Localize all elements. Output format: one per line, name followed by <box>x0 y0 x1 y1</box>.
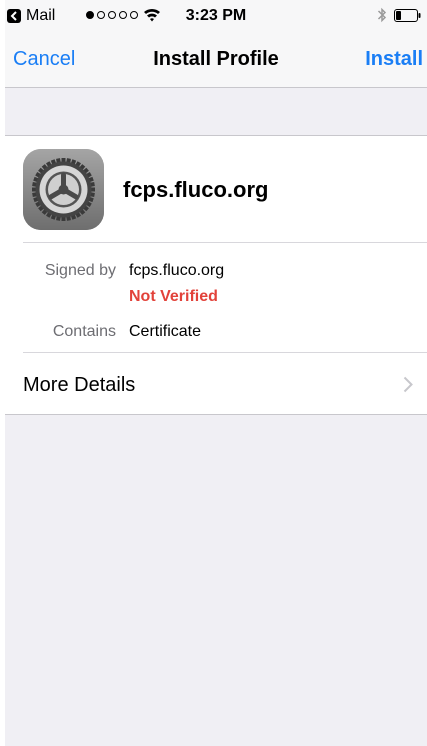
profile-name: fcps.fluco.org <box>123 177 269 202</box>
settings-gear-icon <box>23 149 104 230</box>
chevron-right-icon <box>403 376 413 398</box>
divider <box>23 242 427 243</box>
install-profile-screen: Mail 3:23 PM Cancel Install Profile Inst… <box>5 0 427 746</box>
verification-status: Not Verified <box>129 288 218 305</box>
more-details-row[interactable]: More Details <box>5 353 427 415</box>
install-button[interactable]: Install <box>365 47 423 71</box>
signed-by-value: fcps.fluco.org <box>129 262 225 279</box>
contains-label: Contains <box>52 323 116 340</box>
profile-card: fcps.fluco.org Signed by fcps.fluco.org … <box>5 135 427 415</box>
status-time: 3:23 PM <box>185 7 247 24</box>
status-bar: Mail 3:23 PM <box>5 0 427 32</box>
bluetooth-icon <box>377 6 387 29</box>
navigation-bar: Cancel Install Profile Install <box>5 32 427 88</box>
page-title: Install Profile <box>153 48 279 70</box>
battery-icon <box>394 9 421 22</box>
signed-by-label: Signed by <box>44 262 116 279</box>
contains-value: Certificate <box>129 323 202 340</box>
more-details-label: More Details <box>23 374 136 396</box>
